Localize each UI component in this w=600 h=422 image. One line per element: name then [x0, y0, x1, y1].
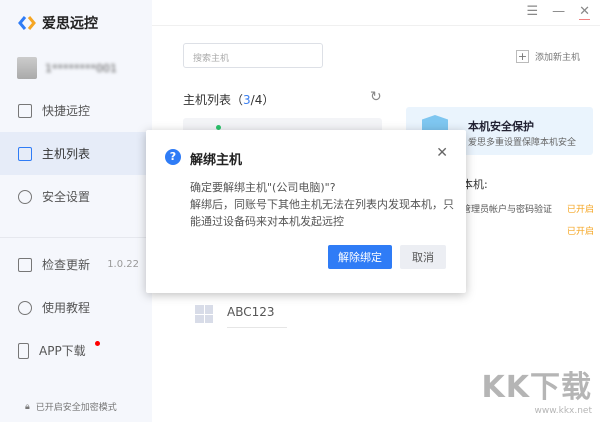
app-title: 爱思远控 — [42, 16, 98, 32]
sidebar-item-label: 安全设置 — [42, 190, 91, 204]
dialog-line: 解绑后，同账号下其他主机无法在列表内发现本机，只能通过设备码来对本机发起远控 — [190, 198, 454, 228]
plus-icon: + — [516, 50, 529, 63]
sidebar-item-label: 主机列表 — [42, 147, 91, 161]
version-label: 1.0.22 — [107, 259, 139, 270]
menu-icon[interactable]: ☰ — [526, 4, 538, 20]
list-icon — [18, 146, 32, 161]
unbind-dialog: ? 解绑主机 ✕ 确定要解绑主机"(公司电脑)"? 解绑后，同账号下其他主机无法… — [146, 130, 466, 293]
security-item: 管理员帐户与密码验证 — [462, 205, 553, 215]
shield-icon — [18, 189, 32, 204]
divider — [152, 25, 600, 26]
host-name: ABC123 — [227, 305, 287, 328]
upload-icon — [18, 257, 32, 272]
security-subtitle: 爱思多重设置保障本机安全 — [468, 138, 577, 148]
sidebar-item-label: 快捷远控 — [42, 104, 91, 118]
sidebar-item-label: 检查更新 — [42, 258, 91, 272]
notification-badge — [94, 341, 100, 346]
dialog-message: 确定要解绑主机"(公司电脑)"? 解绑后，同账号下其他主机无法在列表内发现本机，… — [190, 179, 455, 230]
sidebar-item-label: APP下载 — [39, 344, 86, 358]
window-controls: ☰ — ✕ — [526, 4, 590, 20]
host-item[interactable]: ABC123 — [195, 305, 287, 328]
logo-icon — [18, 16, 36, 30]
minimize-icon[interactable]: — — [552, 4, 565, 20]
watermark-url: www.kkx.net — [534, 406, 593, 416]
watermark-text: KK下载 — [481, 370, 592, 405]
cancel-button[interactable]: 取消 — [400, 245, 446, 269]
unbind-button[interactable]: 解除绑定 — [328, 245, 392, 269]
status-badge: 已开启 — [567, 227, 595, 237]
lock-icon: 🔒︎ — [25, 401, 30, 412]
help-icon — [18, 300, 32, 315]
sidebar-item-security[interactable]: 安全设置 — [0, 175, 152, 218]
monitor-icon — [18, 103, 32, 118]
add-host-button[interactable]: + 添加新主机 — [516, 50, 580, 63]
encryption-status-text: 已开启安全加密模式 — [35, 403, 117, 413]
user-profile[interactable]: 1********001 — [17, 57, 117, 79]
windows-icon — [195, 305, 213, 323]
phone-icon — [18, 342, 29, 359]
sidebar-item-label: 使用教程 — [42, 301, 91, 315]
encryption-status: 🔒︎ 已开启安全加密模式 — [25, 400, 117, 414]
watermark: KK下载 www.kkx.net — [482, 362, 593, 416]
status-badge: 已开启 — [567, 205, 595, 215]
dialog-title: 解绑主机 — [190, 153, 243, 168]
sidebar-item-host-list[interactable]: 主机列表 — [0, 132, 152, 175]
close-icon[interactable]: ✕ — [436, 145, 448, 161]
search-input[interactable]: 搜索主机 — [183, 43, 323, 68]
sidebar-item-app-download[interactable]: APP下载 — [0, 329, 152, 372]
dialog-line: 确定要解绑主机"(公司电脑)"? — [190, 181, 336, 194]
add-host-label: 添加新主机 — [535, 53, 581, 63]
user-name: 1********001 — [45, 61, 117, 75]
refresh-icon[interactable]: ↻ — [370, 89, 382, 105]
avatar — [17, 57, 37, 79]
security-title: 本机安全保护 — [468, 120, 534, 133]
question-icon: ? — [165, 149, 181, 165]
sidebar-item-quick-remote[interactable]: 快捷远控 — [0, 89, 152, 132]
close-icon[interactable]: ✕ — [579, 4, 590, 20]
sidebar: 爱思远控 1********001 快捷远控 主机列表 安全设置 检查更新 1.0… — [0, 0, 152, 422]
sidebar-item-tutorial[interactable]: 使用教程 — [0, 286, 152, 329]
divider — [0, 237, 152, 238]
app-logo: 爱思远控 — [18, 13, 98, 33]
host-list-title: 主机列表（3/4） — [183, 93, 275, 107]
sidebar-item-check-update[interactable]: 检查更新 1.0.22 — [0, 243, 152, 286]
